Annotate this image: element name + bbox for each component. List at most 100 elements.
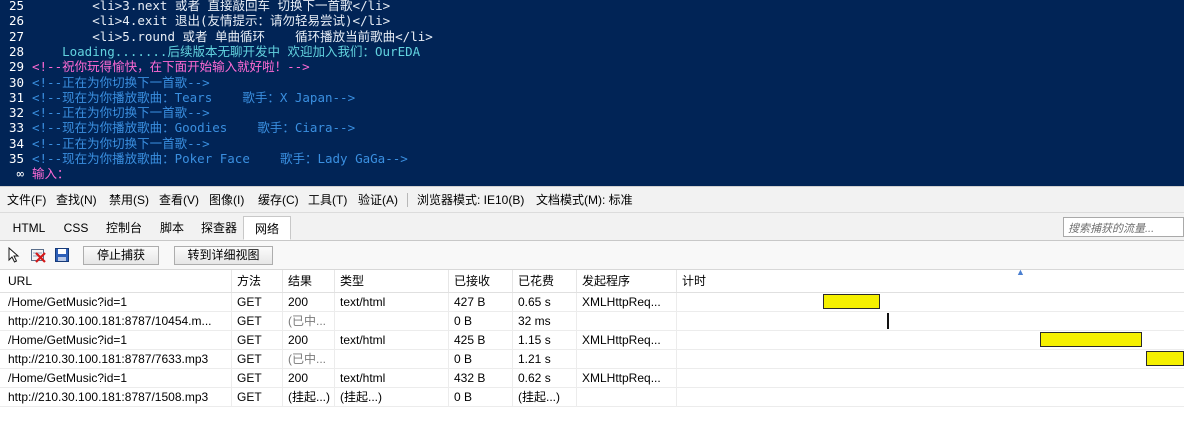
cell-url: /Home/GetMusic?id=1 <box>3 293 232 311</box>
console-line: 34 <!--正在为你切换下一首歌--> <box>0 136 1184 151</box>
console-line-number: 29 <box>8 59 24 75</box>
console-line-text: <!--正在为你切换下一首歌--> <box>32 135 210 151</box>
menu-cache[interactable]: 缓存(C) <box>256 187 301 213</box>
console-line: 33 <!--现在为你播放歌曲：Goodies 歌手：Ciara--> <box>0 120 1184 135</box>
console-line-number: 32 <box>8 105 24 121</box>
console-line-text: <li>3.next 或者 直接敲回车 切换下一首歌</li> <box>32 0 391 13</box>
timing-bar <box>1039 332 1143 347</box>
cell-type: text/html <box>335 293 449 311</box>
console-line-number: 30 <box>8 74 24 90</box>
console-line-text: <li>4.exit 退出(友情提示：请勿轻易尝试)</li> <box>32 13 391 29</box>
clear-entries-icon[interactable] <box>30 247 46 263</box>
tab-html[interactable]: HTML <box>3 216 55 240</box>
cell-timing <box>677 388 1184 406</box>
menu-disable[interactable]: 禁用(S) <box>107 187 151 213</box>
cell-timing <box>677 312 1184 330</box>
table-row[interactable]: /Home/GetMusic?id=1 GET 200 text/html 425 B1… <box>0 331 1184 350</box>
console-line: 26 <li>4.exit 退出(友情提示：请勿轻易尝试)</li> <box>0 13 1184 28</box>
menu-find[interactable]: 查找(N) <box>54 187 99 213</box>
menu-document-mode[interactable]: 文档模式(M): 标准 <box>534 187 635 213</box>
menu-browser-mode[interactable]: 浏览器模式: IE10(B) <box>415 187 526 213</box>
table-header: URL 方法 结果 类型 已接收 已花费 发起程序 计时 ▲ <box>0 267 1184 293</box>
cell-type <box>335 350 449 368</box>
tab-profiler[interactable]: 探查器 <box>194 216 244 240</box>
column-method[interactable]: 方法 <box>232 270 283 292</box>
column-timing[interactable]: 计时 <box>677 270 1184 292</box>
cell-initiator: XMLHttpReq... <box>577 331 677 349</box>
network-toolbar: 停止捕获 转到详细视图 <box>0 241 1184 270</box>
console-line-number: 25 <box>8 0 24 13</box>
cell-received: 425 B <box>449 331 513 349</box>
console-line-text: <!--正在为你切换下一首歌--> <box>32 105 210 121</box>
cell-url: /Home/GetMusic?id=1 <box>3 331 232 349</box>
cell-result: (已中... <box>283 312 335 330</box>
stop-capture-button[interactable]: 停止捕获 <box>83 246 159 265</box>
column-received[interactable]: 已接收 <box>449 270 513 292</box>
console-line: 35 <!--现在为你播放歌曲：Poker Face 歌手：Lady GaGa--… <box>0 151 1184 166</box>
save-icon[interactable] <box>54 247 70 263</box>
cell-taken: 32 ms <box>513 312 577 330</box>
select-cursor-icon[interactable] <box>6 247 22 263</box>
cell-taken: (挂起...) <box>513 388 577 406</box>
console-line-text: Loading.......后续版本无聊开发中 欢迎加入我们：OurEDA <box>32 43 421 59</box>
table-row[interactable]: http://210.30.100.181:8787/1508.mp3 GET (挂… <box>0 388 1184 407</box>
console-line-number: 35 <box>8 151 24 166</box>
console-line: 31 <!--现在为你播放歌曲：Tears 歌手：X Japan--> <box>0 90 1184 105</box>
cell-initiator <box>577 312 677 330</box>
menu-file[interactable]: 文件(F) <box>5 187 48 213</box>
cell-method: GET <box>232 369 283 387</box>
cell-method: GET <box>232 312 283 330</box>
menu-view[interactable]: 查看(V) <box>157 187 201 213</box>
tab-console[interactable]: 控制台 <box>98 216 150 240</box>
tab-script[interactable]: 脚本 <box>152 216 192 240</box>
timing-bar <box>1145 351 1184 366</box>
cell-result: (挂起...) <box>283 388 335 406</box>
menu-bar: 文件(F) 查找(N) 禁用(S) 查看(V) 图像(I) 缓存(C) 工具(T… <box>0 186 1184 213</box>
console-line-number: 28 <box>8 43 24 59</box>
cell-url: http://210.30.100.181:8787/7633.mp3 <box>3 350 232 368</box>
cell-received: 0 B <box>449 350 513 368</box>
cell-type: (挂起...) <box>335 388 449 406</box>
search-traffic-input[interactable]: 搜索捕获的流量... <box>1063 217 1184 237</box>
cell-type <box>335 312 449 330</box>
cell-initiator: XMLHttpReq... <box>577 293 677 311</box>
cell-method: GET <box>232 350 283 368</box>
console-line-number: 33 <box>8 120 24 136</box>
tab-network[interactable]: 网络 <box>243 216 291 240</box>
table-row[interactable]: http://210.30.100.181:8787/7633.mp3 GET (已… <box>0 350 1184 369</box>
cell-result: (已中... <box>283 350 335 368</box>
table-row[interactable]: /Home/GetMusic?id=1 GET 200 text/html 427 B0… <box>0 293 1184 312</box>
console-line: 27 <li>5.round 或者 单曲循环 循环播放当前歌曲</li> <box>0 29 1184 44</box>
console-output: 25 <li>3.next 或者 直接敲回车 切换下一首歌</li> 26 <li… <box>0 0 1184 186</box>
cell-timing <box>677 350 1184 368</box>
menu-tools[interactable]: 工具(T) <box>306 187 349 213</box>
table-row[interactable]: /Home/GetMusic?id=1 GET 200 text/html 432 B0… <box>0 369 1184 388</box>
table-row[interactable]: http://210.30.100.181:8787/10454.m... GET… <box>0 312 1184 331</box>
column-type[interactable]: 类型 <box>335 270 449 292</box>
column-initiator[interactable]: 发起程序 <box>577 270 677 292</box>
cell-timing <box>677 369 1184 387</box>
console-line: 29 <!--祝你玩得愉快，在下面开始输入就好啦！--> <box>0 59 1184 74</box>
column-taken[interactable]: 已花费 <box>513 270 577 292</box>
column-url[interactable]: URL <box>3 270 232 292</box>
cell-taken: 1.21 s <box>513 350 577 368</box>
console-line-text: <!--祝你玩得愉快，在下面开始输入就好啦！--> <box>32 59 310 75</box>
detail-view-button[interactable]: 转到详细视图 <box>174 246 273 265</box>
console-line-text[interactable]: 输入： <box>32 166 70 181</box>
column-result[interactable]: 结果 <box>283 270 335 292</box>
console-line-text: <!--现在为你播放歌曲：Poker Face 歌手：Lady GaGa--> <box>32 151 408 166</box>
tab-css[interactable]: CSS <box>57 216 95 240</box>
console-line-number: 31 <box>8 89 24 105</box>
menu-validate[interactable]: 验证(A) <box>356 187 400 213</box>
menu-images[interactable]: 图像(I) <box>207 187 246 213</box>
devtools-tabs: HTML CSS 控制台 脚本 探查器 网络 搜索捕获的流量... <box>0 213 1184 241</box>
console-line: 32 <!--正在为你切换下一首歌--> <box>0 105 1184 120</box>
cell-type: text/html <box>335 369 449 387</box>
cell-initiator <box>577 388 677 406</box>
cell-initiator <box>577 350 677 368</box>
console-line-text: <!--现在为你播放歌曲：Tears 歌手：X Japan--> <box>32 89 356 105</box>
cell-received: 432 B <box>449 369 513 387</box>
console-line-text: <li>5.round 或者 单曲循环 循环播放当前歌曲</li> <box>32 28 433 44</box>
cell-url: http://210.30.100.181:8787/1508.mp3 <box>3 388 232 406</box>
console-line: 28 Loading.......后续版本无聊开发中 欢迎加入我们：OurEDA <box>0 44 1184 59</box>
